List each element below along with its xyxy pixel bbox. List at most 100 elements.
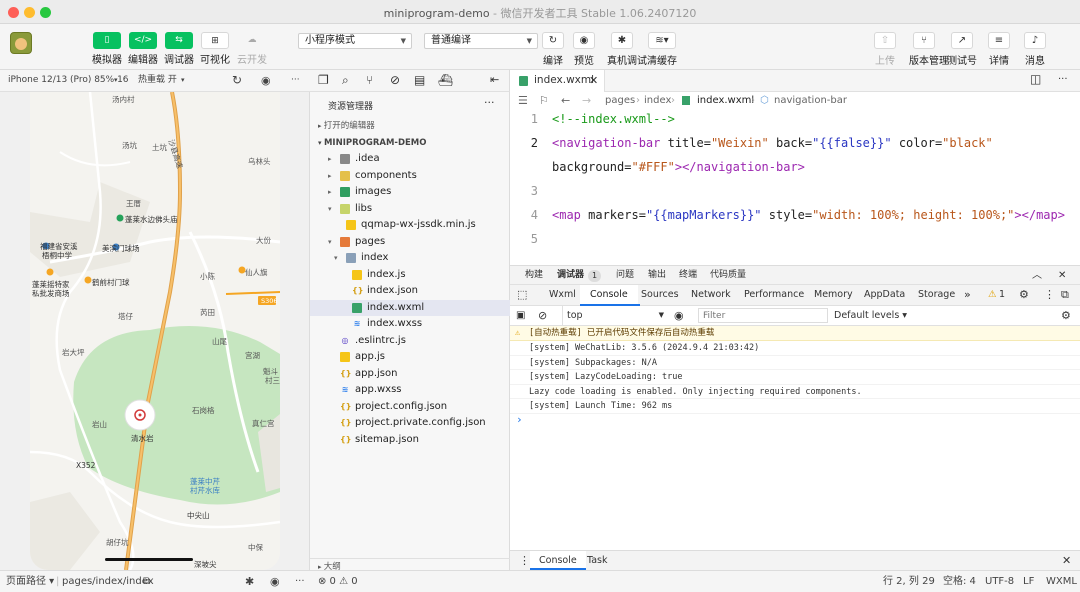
sidebar-toggle-icon[interactable]: ▣ [516,306,525,325]
search-icon[interactable]: ⌕ [342,73,349,88]
panel-appdata[interactable]: AppData [864,285,905,305]
cloud-button[interactable]: ☁ 云开发 [237,32,267,66]
panel-console[interactable]: Console [580,285,638,306]
clear-console-icon[interactable]: ⊘ [538,306,547,325]
breadcrumb-index[interactable]: index [644,92,671,109]
more-icon[interactable]: ··· [1058,74,1068,85]
version-button[interactable]: ⑂ 版本管理 [909,32,949,67]
warning-count[interactable]: 1 [999,285,1005,305]
compile-button[interactable]: ↻ 编译 [538,32,568,67]
encoding[interactable]: UTF-8 [985,571,1014,592]
breadcrumb-pages[interactable]: pages [605,92,635,109]
indentation[interactable]: 空格: 4 [943,571,976,592]
tree-item-pages[interactable]: ▾ pages [310,234,510,251]
breadcrumb-element[interactable]: navigation-bar [774,92,847,109]
code-editor[interactable]: 1 2 3 4 5 <!--index.wxml--> <navigation-… [510,110,1080,265]
log-levels-select[interactable]: Default levels ▾ [834,306,907,325]
details-button[interactable]: ≡ 详情 [984,32,1014,67]
tab-output[interactable]: 输出 [648,266,666,285]
console-prompt[interactable]: › [516,413,523,426]
collapse-panel-icon[interactable]: ⇤ [490,73,499,86]
eye-icon[interactable]: ◉ [270,571,280,592]
more-icon[interactable]: ··· [295,571,305,592]
close-icon[interactable]: ✕ [589,70,598,91]
tab-index-wxml[interactable]: index.wxml ✕ [510,70,605,92]
more-icon[interactable]: ··· [291,70,300,91]
tree-item-qqmap[interactable]: qqmap-wx-jssdk.min.js [310,217,510,234]
inspect-icon[interactable]: ⬚ [517,285,527,305]
close-icon[interactable]: ✕ [1062,551,1071,570]
docker-icon[interactable]: ⛴ [438,73,453,87]
back-arrow-icon[interactable]: ← [561,92,570,109]
upload-button[interactable]: ⇧ 上传 [870,32,900,67]
debugger-button[interactable]: ⇆ 调试器 [164,32,194,66]
eye-icon[interactable]: ◉ [674,306,684,325]
panel-wxml[interactable]: Wxml [549,285,576,305]
split-editor-icon[interactable]: ◫ [1030,72,1041,86]
panel-memory[interactable]: Memory [814,285,853,305]
panel-network[interactable]: Network [691,285,731,305]
panel-storage[interactable]: Storage [918,285,955,305]
list-icon[interactable]: ☰ [518,92,528,109]
hot-reload-toggle[interactable]: 热重载 开 [138,70,177,91]
copy-icon[interactable]: ⧉ [143,571,150,592]
refresh-icon[interactable]: ↻ [232,70,242,91]
tree-item-eslintrc[interactable]: ◎ .eslintrc.js [310,333,510,350]
tree-item-libs[interactable]: ▾ libs [310,201,510,218]
gear-icon[interactable]: ⚙ [1019,285,1029,305]
test-account-button[interactable]: ↗ 测试号 [947,32,977,67]
extensions-icon[interactable]: ▤ [414,73,425,87]
forward-arrow-icon[interactable]: → [582,92,591,109]
page-path-select[interactable]: 页面路径 ▾ [6,571,54,592]
tab-issues[interactable]: 问题 [616,266,634,285]
close-icon[interactable]: ✕ [1058,266,1066,285]
more-icon[interactable]: ··· [484,96,495,109]
bug-icon[interactable]: ✱ [245,571,254,592]
debug-icon[interactable]: ⊘ [390,73,400,87]
app-avatar[interactable] [10,32,32,54]
tree-item-index-folder[interactable]: ▾ index [310,250,510,267]
tree-item-project-config[interactable]: {} project.config.json [310,399,510,416]
visual-button[interactable]: ⊞ 可视化 [200,32,230,66]
tree-item-app-wxss[interactable]: ≋ app.wxss [310,382,510,399]
console-filter-input[interactable] [698,308,828,323]
tree-item-app-js[interactable]: app.js [310,349,510,366]
tree-item-index-js[interactable]: index.js [310,267,510,284]
tree-item-project-private-config[interactable]: {} project.private.config.json [310,415,510,432]
source-control-icon[interactable]: ⑂ [366,73,373,87]
preview-button[interactable]: ◉ 预览 [569,32,599,67]
remote-debug-button[interactable]: ✱ 真机调试 [607,32,647,67]
compile-select[interactable]: 普通编译 ▼ [424,33,538,49]
open-editors-section[interactable]: ▸ 打开的编辑器 [310,118,510,134]
line-ending[interactable]: LF [1023,571,1034,592]
tree-item-index-wxml[interactable]: index.wxml [310,299,510,316]
mode-select[interactable]: 小程序模式 ▼ [298,33,412,49]
tree-item-app-json[interactable]: {} app.json [310,366,510,383]
tree-item-index-json[interactable]: {} index.json [310,283,510,300]
language-mode[interactable]: WXML [1046,571,1077,592]
problems-status[interactable]: ⊗ 0 ⚠ 0 [318,571,358,592]
simulator-button[interactable]: ▯ 模拟器 [92,32,122,66]
more-vertical-icon[interactable]: ⋮ [519,551,530,570]
cursor-position[interactable]: 行 2, 列 29 [883,571,935,592]
files-icon[interactable]: ❐ [318,73,329,87]
stop-icon[interactable]: ◉ [261,70,271,91]
tree-item-components[interactable]: ▸ components [310,168,510,185]
tab-build[interactable]: 构建 [525,266,543,285]
tree-item-index-wxss[interactable]: ≋ index.wxss [310,316,510,333]
tab-code-quality[interactable]: 代码质量 [710,266,746,285]
tab-debugger[interactable]: 调试器 [557,266,584,285]
editor-button[interactable]: </> 编辑器 [128,32,158,66]
clear-cache-button[interactable]: ≋▾ 清缓存 [647,32,677,67]
context-select[interactable]: top ▼ [562,306,666,325]
device-select[interactable]: iPhone 12/13 (Pro) 85% 16 [8,70,129,91]
panel-performance[interactable]: Performance [744,285,804,305]
drawer-tab-task[interactable]: Task [587,551,608,570]
panel-sources[interactable]: Sources [641,285,679,305]
tree-item-sitemap[interactable]: {} sitemap.json [310,432,510,449]
gear-icon[interactable]: ⚙ [1061,306,1071,325]
chevron-up-icon[interactable]: ︿ [1032,266,1042,285]
tree-item-idea[interactable]: ▸ .idea [310,151,510,168]
tab-terminal[interactable]: 终端 [679,266,697,285]
map-view[interactable]: 汤内村 沙县高速 汤坑 土坑 乌林头 王厝 蓬莱水边佛头庙 福建省安溪 梧桐中学… [30,92,280,570]
